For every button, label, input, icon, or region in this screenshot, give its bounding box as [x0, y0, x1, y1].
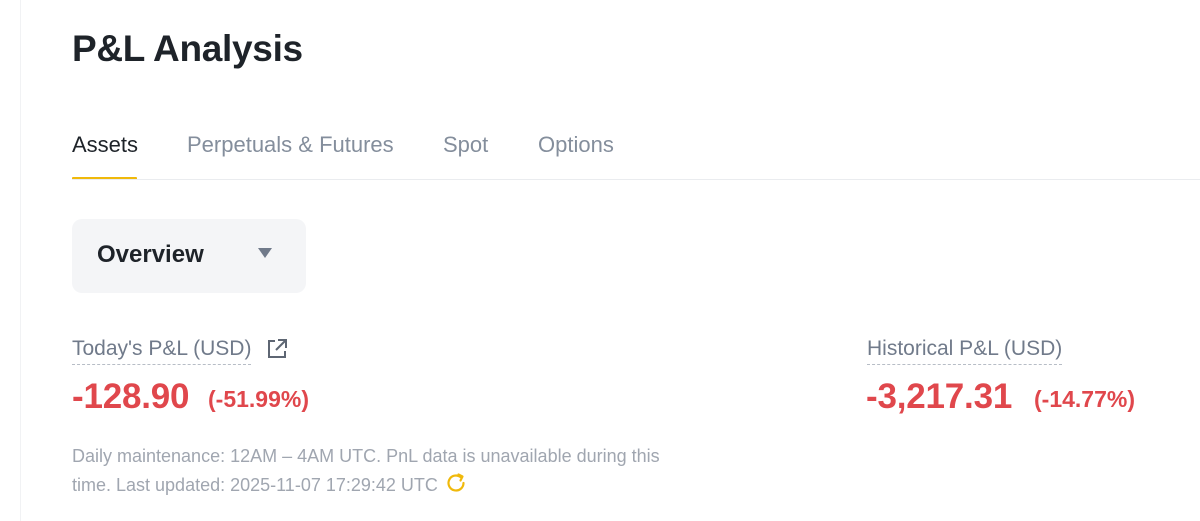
- external-link-icon[interactable]: [265, 337, 289, 361]
- tab-perpetuals-futures[interactable]: Perpetuals & Futures: [187, 128, 394, 180]
- tab-assets[interactable]: Assets: [72, 128, 138, 180]
- today-pnl-percent: (-51.99%): [208, 386, 309, 412]
- historical-pnl-label[interactable]: Historical P&L (USD): [867, 337, 1063, 365]
- maintenance-note: Daily maintenance: 12AM – 4AM UTC. PnL d…: [72, 442, 712, 500]
- maintenance-note-line2: time. Last updated: 2025-11-07 17:29:42 …: [72, 475, 438, 495]
- tabs-divider: [72, 179, 1200, 180]
- left-divider: [20, 0, 21, 521]
- tab-options[interactable]: Options: [538, 128, 614, 180]
- view-dropdown-value: Overview: [97, 241, 204, 268]
- page-title: P&L Analysis: [72, 28, 303, 69]
- today-pnl-label[interactable]: Today's P&L (USD): [72, 337, 252, 365]
- view-dropdown[interactable]: Overview: [72, 219, 306, 293]
- historical-pnl-value: -3,217.31: [866, 377, 1013, 416]
- pnl-analysis-page: P&L Analysis Assets Perpetuals & Futures…: [0, 0, 1200, 521]
- historical-pnl-percent: (-14.77%): [1034, 386, 1135, 412]
- today-pnl-value: -128.90: [72, 377, 190, 416]
- maintenance-note-line1: Daily maintenance: 12AM – 4AM UTC. PnL d…: [72, 446, 660, 466]
- refresh-icon[interactable]: [444, 471, 468, 495]
- caret-down-icon: [258, 248, 272, 258]
- tab-spot[interactable]: Spot: [443, 128, 488, 180]
- maintenance-note-line2-wrap: time. Last updated: 2025-11-07 17:29:42 …: [72, 471, 712, 500]
